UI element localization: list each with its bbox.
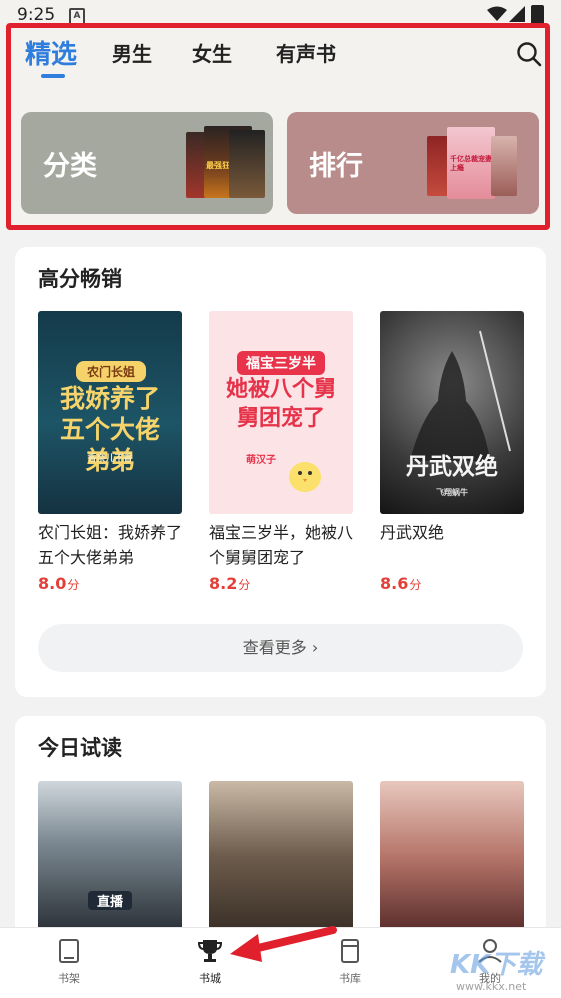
tab-label: 书城 — [199, 972, 221, 985]
cover-tag: 直播 — [88, 891, 132, 910]
cover-author: 香奈儿不香 — [87, 454, 133, 464]
book-cover — [380, 781, 524, 931]
category-book-cover-right — [229, 130, 265, 198]
book-card[interactable]: 丹武双绝 飞翔蜗牛 丹武双绝 8.6分 — [380, 311, 524, 593]
bookshelf-icon — [59, 939, 79, 963]
notification-a-icon: A — [69, 8, 85, 25]
ranking-tile[interactable]: 排行 千亿总裁宠妻上瘾 — [287, 112, 539, 214]
chick-illustration — [289, 462, 321, 492]
category-label: 分类 — [43, 151, 97, 182]
book-card[interactable]: 福宝三岁半 她被八个舅舅团宠了 萌汉子 福宝三岁半，她被八个舅舅团宠了 8.2分 — [209, 311, 353, 593]
ranking-label: 排行 — [309, 151, 363, 182]
tab-label: 书库 — [339, 972, 361, 985]
book-title: 农门长姐：我娇养了五个大佬弟弟 — [38, 523, 183, 567]
book-score: 8.0分 — [38, 574, 80, 593]
tab-featured[interactable]: 精选 — [25, 34, 77, 71]
book-cover: 福宝三岁半 她被八个舅舅团宠了 萌汉子 — [209, 311, 353, 514]
view-more-button[interactable]: 查看更多 › — [38, 624, 523, 672]
book-card[interactable] — [380, 781, 524, 931]
book-title: 丹武双绝 — [380, 523, 445, 542]
wifi-icon — [487, 6, 507, 21]
ranking-book-cover-front: 千亿总裁宠妻上瘾 — [447, 127, 495, 199]
category-tile[interactable]: 分类 最强狂中 — [21, 112, 273, 214]
watermark-logo: KK下载 www.kkx.net — [450, 950, 543, 993]
tab-label: 书架 — [58, 972, 80, 985]
cover-headline: 丹武双绝 — [406, 454, 498, 480]
section-title: 今日试读 — [38, 736, 122, 760]
cover-tag: 福宝三岁半 — [237, 351, 325, 375]
tab-bookshelf[interactable]: 书架 — [34, 938, 104, 986]
book-cover: 农门长姐 我娇养了五个大佬弟弟 香奈儿不香 — [38, 311, 182, 514]
library-icon — [341, 939, 359, 963]
warrior-illustration — [410, 330, 511, 461]
ranking-book-cover-right — [491, 136, 517, 196]
tab-female[interactable]: 女生 — [192, 38, 232, 67]
active-tab-indicator — [41, 74, 65, 78]
tab-audiobook[interactable]: 有声书 — [276, 38, 336, 67]
trophy-icon — [197, 940, 223, 962]
book-cover: 丹武双绝 飞翔蜗牛 — [380, 311, 524, 514]
cover-tag: 农门长姐 — [76, 361, 146, 382]
search-icon[interactable] — [516, 41, 542, 67]
book-cover — [209, 781, 353, 931]
book-card[interactable] — [209, 781, 353, 931]
section-title: 高分畅销 — [38, 267, 122, 291]
cover-author: 飞翔蜗牛 — [436, 488, 468, 497]
annotation-arrow — [230, 926, 337, 962]
book-card[interactable]: 农门长姐 我娇养了五个大佬弟弟 香奈儿不香 农门长姐：我娇养了五个大佬弟弟 8.… — [38, 311, 182, 593]
cover-headline: 她被八个舅舅团宠了 — [225, 377, 336, 431]
book-card[interactable]: 直播 — [38, 781, 182, 931]
book-cover: 直播 — [38, 781, 182, 931]
book-title: 福宝三岁半，她被八个舅舅团宠了 — [209, 523, 354, 567]
status-time: 9:25 — [17, 5, 56, 25]
cover-author: 萌汉子 — [246, 455, 276, 466]
battery-icon — [531, 5, 544, 27]
tab-male[interactable]: 男生 — [112, 38, 152, 67]
book-score: 8.2分 — [209, 574, 251, 593]
signal-icon — [509, 6, 525, 22]
bestsellers-section: 高分畅销 农门长姐 我娇养了五个大佬弟弟 香奈儿不香 农门长姐：我娇养了五个大佬… — [15, 247, 546, 697]
book-score: 8.6分 — [380, 574, 422, 593]
